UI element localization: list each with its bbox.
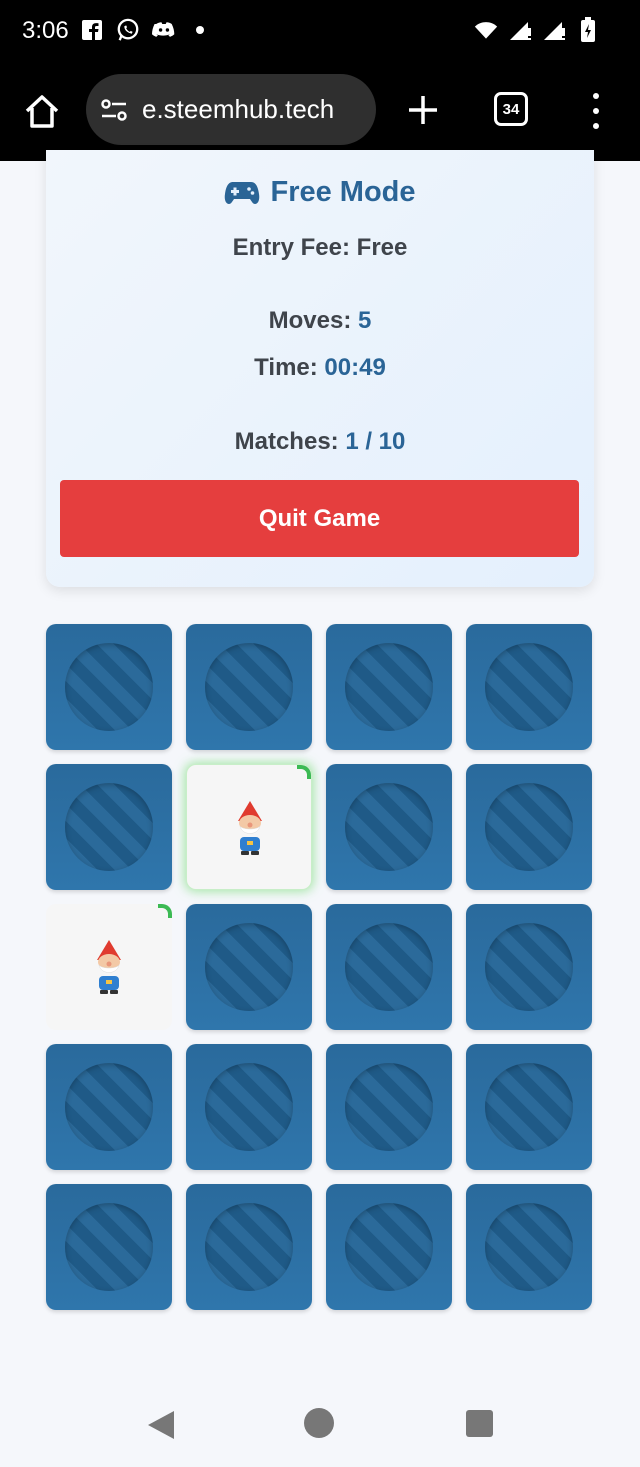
mode-title: Free Mode	[46, 176, 594, 209]
card-hidden[interactable]	[466, 1184, 592, 1310]
card-back-pattern	[345, 783, 433, 871]
battery-icon	[576, 17, 600, 42]
time-label: Time:	[254, 354, 318, 381]
card-revealed[interactable]	[186, 764, 312, 890]
home-nav-icon[interactable]	[304, 1408, 334, 1438]
more-options-icon[interactable]	[586, 93, 606, 129]
card-back-pattern	[485, 1203, 573, 1291]
entry-fee-value: Free	[356, 234, 408, 261]
discord-icon	[152, 18, 176, 42]
card-back-pattern	[485, 643, 573, 731]
card-back-pattern	[65, 1063, 153, 1151]
card-hidden[interactable]	[466, 764, 592, 890]
card-hidden[interactable]	[186, 1044, 312, 1170]
facebook-icon	[80, 18, 104, 42]
card-grid	[46, 624, 594, 1310]
plus-icon	[409, 96, 437, 124]
time-value: 00:49	[324, 354, 386, 381]
dot-icon	[188, 18, 212, 42]
card-hidden[interactable]	[46, 764, 172, 890]
matches-label: Matches:	[234, 428, 339, 455]
card-hidden[interactable]	[326, 1044, 452, 1170]
status-bar: 3:06	[0, 0, 640, 64]
mode-title-text: Free Mode	[270, 176, 416, 208]
recents-icon[interactable]	[466, 1410, 493, 1437]
card-hidden[interactable]	[46, 624, 172, 750]
moves-stat: Moves: 5	[46, 307, 594, 335]
card-hidden[interactable]	[46, 1044, 172, 1170]
address-bar[interactable]: e.steemhub.tech	[86, 74, 376, 145]
card-back-pattern	[65, 783, 153, 871]
new-tab-button[interactable]	[404, 91, 442, 129]
card-hidden[interactable]	[186, 624, 312, 750]
back-icon[interactable]	[146, 1409, 176, 1446]
card-back-pattern	[65, 1203, 153, 1291]
gamepad-icon	[225, 181, 260, 204]
card-hidden[interactable]	[326, 764, 452, 890]
match-indicator	[297, 765, 311, 779]
card-hidden[interactable]	[466, 624, 592, 750]
card-back-pattern	[485, 783, 573, 871]
card-hidden[interactable]	[46, 1184, 172, 1310]
match-indicator	[158, 904, 172, 918]
card-hidden[interactable]	[466, 904, 592, 1030]
card-back-pattern	[65, 643, 153, 731]
matches-stat: Matches: 1 / 10	[46, 428, 594, 456]
url-text: e.steemhub.tech	[142, 94, 335, 124]
moves-value: 5	[358, 307, 372, 334]
wifi-icon	[474, 18, 498, 42]
gnome-icon	[238, 801, 262, 855]
card-hidden[interactable]	[186, 1184, 312, 1310]
card-back-pattern	[345, 643, 433, 731]
signal-icon	[508, 18, 532, 42]
card-hidden[interactable]	[326, 904, 452, 1030]
card-hidden[interactable]	[326, 624, 452, 750]
card-hidden[interactable]	[326, 1184, 452, 1310]
moves-label: Moves:	[268, 307, 352, 334]
notification-icons	[80, 18, 212, 42]
site-settings-icon[interactable]	[100, 96, 128, 124]
entry-fee-label: Entry Fee:	[232, 234, 350, 261]
home-icon	[25, 95, 59, 128]
status-time: 3:06	[22, 17, 69, 44]
system-icons	[474, 17, 600, 42]
game-info-card: Free Mode Entry Fee: Free Moves: 5 Time:…	[46, 150, 594, 587]
card-back-pattern	[205, 1063, 293, 1151]
home-button[interactable]	[22, 92, 62, 132]
whatsapp-icon	[116, 18, 140, 42]
card-hidden[interactable]	[186, 904, 312, 1030]
card-back-pattern	[345, 1063, 433, 1151]
browser-toolbar: e.steemhub.tech 34	[0, 64, 640, 161]
card-back-pattern	[485, 923, 573, 1011]
card-back-pattern	[205, 923, 293, 1011]
card-back-pattern	[205, 1203, 293, 1291]
gnome-icon	[97, 940, 121, 994]
time-stat: Time: 00:49	[46, 354, 594, 382]
quit-game-button[interactable]: Quit Game	[60, 480, 579, 557]
system-nav-bar	[0, 1380, 640, 1467]
card-back-pattern	[485, 1063, 573, 1151]
card-hidden[interactable]	[466, 1044, 592, 1170]
tab-switcher-button[interactable]: 34	[494, 92, 528, 126]
card-back-pattern	[345, 1203, 433, 1291]
signal-icon	[542, 18, 566, 42]
card-back-pattern	[345, 923, 433, 1011]
card-back-pattern	[205, 643, 293, 731]
matches-value: 1 / 10	[345, 428, 406, 455]
card-revealed[interactable]	[46, 904, 172, 1030]
entry-fee: Entry Fee: Free	[46, 234, 594, 262]
